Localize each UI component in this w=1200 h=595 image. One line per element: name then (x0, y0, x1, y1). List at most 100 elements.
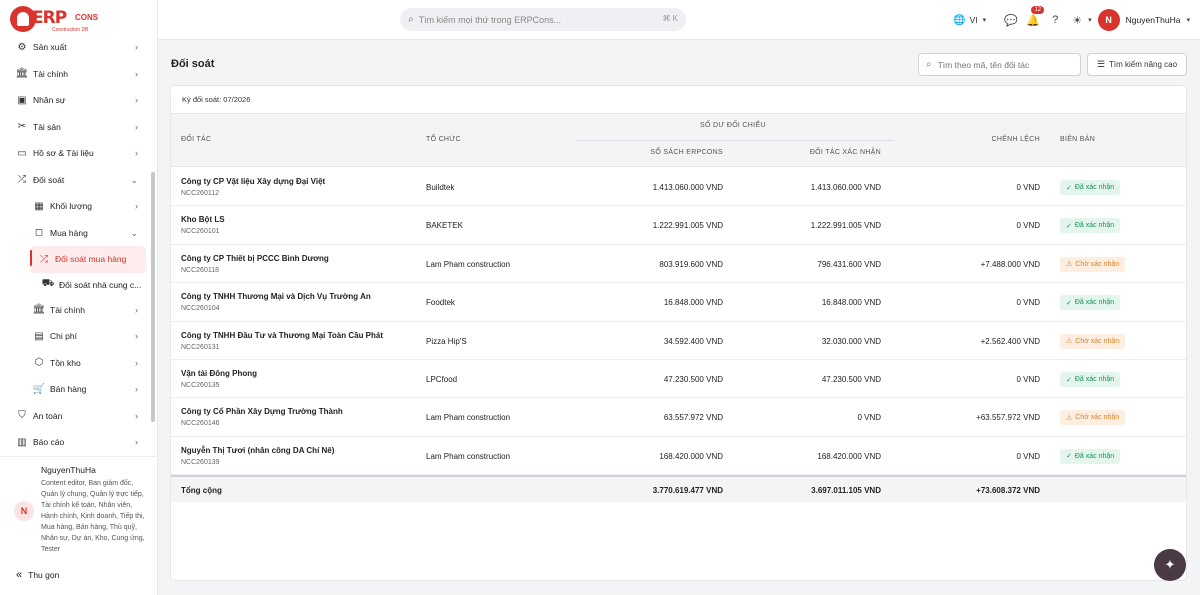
avatar[interactable]: N (1097, 9, 1120, 31)
chevron-down-icon: ⌄ (130, 174, 138, 185)
bank-icon: 🏛 (32, 304, 46, 316)
partner-balance: 32.030.000 VND (821, 336, 881, 346)
organization: Lam Pham construction (426, 451, 511, 461)
gear-icon: ⚙ (17, 41, 27, 53)
partner-name[interactable]: Kho Bột LS (181, 215, 225, 224)
status-badge[interactable]: ⚠ Chờ xác nhận (1060, 256, 1126, 272)
sidebar-item-nhan-su[interactable]: ▣ Nhân sự › (0, 87, 150, 114)
logo-text: ERP (32, 8, 67, 28)
table-row[interactable]: Công ty Cổ Phần Xây Dựng Trường Thành NCC… (171, 398, 1186, 437)
total-difference: +73.608.372 VND (976, 486, 1040, 495)
language-select[interactable]: 🌐 VI ▾ (953, 15, 986, 26)
sidebar-item-label: Tài sản (33, 121, 61, 132)
partner-name[interactable]: Công ty Cổ Phần Xây Dựng Trường Thành (181, 407, 343, 416)
user-name[interactable]: NguyenThuHa (1126, 15, 1181, 25)
caret-down-icon[interactable]: ▾ (1186, 16, 1190, 24)
sidebar-item-an-toan[interactable]: ⛉ An toàn › (0, 403, 150, 430)
partner-code: NCC260146 (181, 420, 220, 428)
check-circle-icon: ✓ (1066, 184, 1072, 192)
partner-balance: 0 VND (857, 413, 881, 423)
table-row[interactable]: Công ty CP Vật liệu Xây dựng Đại Việt NCC… (171, 168, 1186, 207)
partner-name[interactable]: Vận tải Đông Phong (181, 369, 257, 378)
partner-balance: 1.413.060.000 VND (810, 183, 881, 192)
partner-code: NCC260101 (181, 228, 220, 236)
sidebar: ERP CONS Construction DB ⚙ Sản xuất › 🏛 … (0, 0, 158, 595)
column-header-balance-group: SỐ DƯ ĐỐI CHIẾU (700, 122, 766, 129)
chevron-right-icon: › (135, 68, 138, 79)
status-badge[interactable]: ✓ Đã xác nhận (1060, 372, 1121, 387)
status-badge[interactable]: ✓ Đã xác nhận (1060, 448, 1121, 464)
sidebar-item-ho-so-tai-lieu[interactable]: ▭ Hồ sơ & Tài liệu › (0, 140, 150, 167)
warning-icon: ⚠ (1066, 414, 1073, 422)
ai-assistant-button[interactable]: ✦ (1154, 549, 1186, 581)
erp-balance: 16.848.000 VND (663, 298, 723, 308)
partner-name[interactable]: Công ty TNHH Thương Mại và Dịch Vụ Trườn… (181, 292, 371, 301)
status-badge[interactable]: ✓ Đã xác nhận (1060, 180, 1121, 195)
sidebar-item-tai-chinh-sub[interactable]: 🏛 Tài chính › (0, 297, 150, 324)
sidebar-item-chi-phi[interactable]: ▤ Chi phí › (0, 323, 150, 350)
table-row[interactable]: Nguyễn Thị Tươi (nhân công DA Chí Nê) NCC… (171, 437, 1186, 476)
status-badge[interactable]: ⚠ Chờ xác nhận (1060, 410, 1126, 426)
sidebar-item-ban-hang[interactable]: 🛒 Bán hàng › (0, 376, 150, 403)
sidebar-item-khoi-luong[interactable]: ▦ Khối lượng › (0, 193, 150, 220)
sidebar-scrollbar[interactable] (151, 172, 155, 422)
difference: +2.562.400 VND (980, 336, 1040, 346)
sidebar-item-label: Tài chính (50, 304, 85, 315)
notifications-button[interactable]: 🔔 12 (1022, 6, 1045, 31)
partner-search-field[interactable]: ⌕ (918, 53, 1081, 76)
check-circle-icon: ✓ (1066, 299, 1072, 307)
sidebar-item-tai-san[interactable]: ✂ Tài sản › (0, 114, 150, 141)
advanced-search-button[interactable]: ☰ Tìm kiếm nâng cao (1087, 53, 1187, 76)
status-label: Đã xác nhận (1074, 222, 1115, 230)
sidebar-item-mua-hang[interactable]: ◻ Mua hàng ⌄ (0, 220, 150, 247)
chevron-right-icon: › (135, 304, 138, 315)
organization: Lam Pham construction (426, 413, 511, 423)
sidebar-item-doi-soat-nha-cung-cap[interactable]: ⛟ Đối soát nhà cung c... (0, 273, 150, 297)
partner-code: NCC260135 (181, 382, 220, 389)
app-logo[interactable]: ERP CONS Construction DB (10, 6, 110, 33)
table-row[interactable]: Kho Bột LS NCC260101 BAKETEK 1.222.991.005 … (171, 206, 1186, 245)
table-row[interactable]: Công ty TNHH Đầu Tư và Thương Mại Toàn C… (171, 322, 1186, 360)
help-button[interactable]: ? (1044, 9, 1066, 31)
sidebar-item-san-xuat[interactable]: ⚙ Sản xuất › (0, 34, 150, 61)
notification-badge: 12 (1031, 6, 1045, 14)
bar-chart-icon: ▥ (17, 436, 27, 448)
partner-name[interactable]: Nguyễn Thị Tươi (nhân công DA Chí Nê) (181, 446, 334, 455)
collapse-label: Thu gọn (28, 570, 60, 580)
partner-search-input[interactable] (937, 59, 1068, 70)
difference: 0 VND (1016, 451, 1040, 461)
partner-balance: 796.431.600 VND (817, 259, 881, 269)
global-search[interactable]: ⌕ Tìm kiếm mọi thứ trong ERPCons... ⌘ K (400, 8, 686, 31)
logo-cons: CONS (75, 13, 99, 22)
table-row[interactable]: Công ty TNHH Thương Mại và Dịch Vụ Trườn… (171, 283, 1186, 322)
sidebar-item-tai-chinh[interactable]: 🏛 Tài chính › (0, 61, 150, 88)
person-badge-icon: ▣ (17, 94, 27, 106)
tools-icon: ✂ (17, 121, 27, 133)
partner-code: NCC260118 (181, 266, 220, 274)
status-badge[interactable]: ✓ Đã xác nhận (1060, 218, 1121, 234)
sidebar-item-bao-cao[interactable]: ▥ Báo cáo › (0, 429, 150, 456)
column-header-partner: ĐỐI TÁC (181, 136, 212, 143)
partner-code: NCC260104 (181, 305, 220, 313)
box-icon: ⬡ (34, 357, 44, 369)
sidebar-user-panel[interactable]: N NguyenThuHa Content editor, Ban giám đ… (0, 456, 158, 553)
column-header-org: TỔ CHỨC (426, 136, 461, 143)
table-row[interactable]: Công ty CP Thiết bị PCCC Bình Dương NCC26… (171, 245, 1186, 284)
check-circle-icon: ✓ (1066, 222, 1072, 230)
partner-name[interactable]: Công ty CP Thiết bị PCCC Bình Dương (181, 254, 329, 263)
collapse-sidebar-button[interactable]: « Thu gọn (16, 569, 59, 581)
chat-button[interactable]: 💬 (1000, 9, 1022, 31)
shuffle-icon: ⤮ (18, 174, 26, 186)
partner-name[interactable]: Công ty TNHH Đầu Tư và Thương Mại Toàn C… (181, 331, 383, 340)
partner-name[interactable]: Công ty CP Vật liệu Xây dựng Đại Việt (181, 177, 325, 186)
sidebar-item-doi-soat[interactable]: ⤮ Đối soát ⌄ (0, 167, 150, 194)
status-badge[interactable]: ✓ Đã xác nhận (1060, 295, 1121, 311)
sidebar-item-ton-kho[interactable]: ⬡ Tồn kho › (0, 350, 150, 377)
table-total-row: Tổng cộng 3.770.619.477 VND 3.697.011.10… (171, 475, 1186, 502)
table-row[interactable]: Vận tải Đông Phong NCC260135 LPCfood 47.230… (171, 360, 1186, 399)
status-badge[interactable]: ⚠ Chờ xác nhận (1060, 333, 1126, 349)
search-input[interactable]: Tìm kiếm mọi thứ trong ERPCons... (419, 15, 562, 25)
sidebar-item-doi-soat-mua-hang[interactable]: ⤮ Đối soát mua hàng (30, 246, 146, 273)
theme-toggle[interactable]: ☀ (1066, 9, 1088, 31)
sidebar-item-label: Tồn kho (50, 357, 81, 368)
